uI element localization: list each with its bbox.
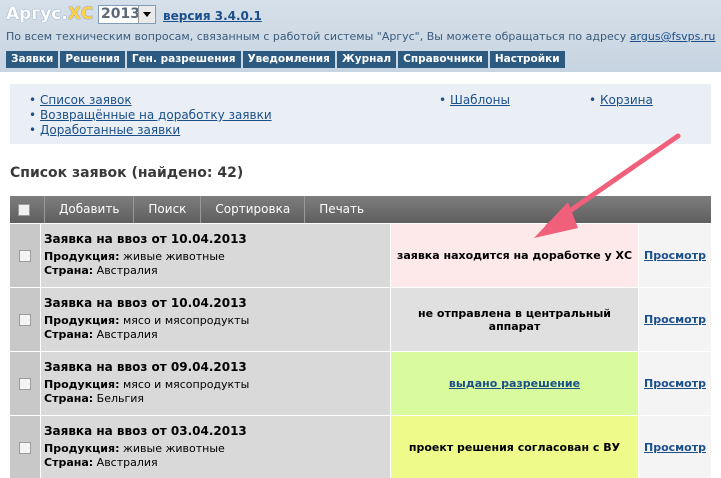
- product-value: мясо и мясопродукты: [122, 314, 250, 327]
- link-templates[interactable]: Шаблоны: [430, 93, 510, 108]
- table-row: Заявка на ввоз от 03.04.2013 Продукция: …: [10, 416, 711, 478]
- view-link[interactable]: Просмотр: [638, 288, 711, 351]
- product-label: Продукция:: [44, 442, 120, 455]
- row-checkbox-cell: [10, 352, 40, 415]
- tab-gen-razresheniya[interactable]: Ген. разрешения: [126, 51, 241, 68]
- notice-text: По всем техническим вопросам, связанным …: [6, 30, 630, 43]
- status-cell: проект решения согласован с ВУ: [390, 416, 638, 478]
- country-value: Австралия: [96, 328, 158, 341]
- link-request-list[interactable]: Список заявок: [20, 93, 272, 108]
- table-row: Заявка на ввоз от 10.04.2013 Продукция: …: [10, 224, 711, 287]
- links-column-2: Шаблоны: [430, 93, 510, 108]
- status-cell: заявка находится на доработке у ХС: [390, 224, 638, 287]
- row-info: Заявка на ввоз от 10.04.2013 Продукция: …: [40, 288, 390, 351]
- country-value: Бельгия: [96, 392, 145, 405]
- row-info: Заявка на ввоз от 09.04.2013 Продукция: …: [40, 352, 390, 415]
- country-label: Страна:: [44, 264, 94, 277]
- product-line: Продукция: живые животные: [44, 250, 390, 264]
- tab-resheniya[interactable]: Решения: [60, 51, 125, 68]
- sort-button[interactable]: Сортировка: [200, 196, 304, 223]
- product-value: живые животные: [122, 442, 225, 455]
- page-title: Список заявок (найдено: 42): [10, 165, 244, 181]
- row-checkbox-cell: [10, 288, 40, 351]
- product-line: Продукция: живые животные: [44, 442, 390, 456]
- row-checkbox[interactable]: [19, 249, 31, 262]
- main-nav: Заявки Решения Ген. разрешения Уведомлен…: [6, 51, 567, 68]
- tab-zayavki[interactable]: Заявки: [6, 51, 59, 68]
- dropdown-button[interactable]: [138, 6, 155, 23]
- view-link[interactable]: Просмотр: [638, 224, 711, 287]
- row-checkbox-cell: [10, 224, 40, 287]
- links-column-3: Корзина: [580, 93, 653, 108]
- row-info: Заявка на ввоз от 10.04.2013 Продукция: …: [40, 224, 390, 287]
- country-label: Страна:: [44, 392, 94, 405]
- product-line: Продукция: мясо и мясопродукты: [44, 378, 390, 392]
- app-name: Аргус.: [6, 4, 68, 24]
- country-value: Австралия: [96, 456, 158, 469]
- link-trash[interactable]: Корзина: [580, 93, 653, 108]
- request-title: Заявка на ввоз от 10.04.2013: [44, 232, 247, 246]
- table-row: Заявка на ввоз от 10.04.2013 Продукция: …: [10, 288, 711, 351]
- row-checkbox[interactable]: [19, 441, 31, 454]
- row-checkbox-cell: [10, 416, 40, 478]
- status-link[interactable]: выдано разрешение: [390, 352, 638, 415]
- view-link[interactable]: Просмотр: [638, 352, 711, 415]
- tab-nastroyki[interactable]: Настройки: [489, 51, 565, 68]
- country-line: Страна: Бельгия: [44, 392, 390, 406]
- links-panel: Список заявок Возвращённые на доработку …: [10, 84, 711, 144]
- tab-spravochniki[interactable]: Справочники: [398, 51, 488, 68]
- tab-zhurnal[interactable]: Журнал: [336, 51, 397, 68]
- app-logo: Аргус.ХС: [6, 4, 93, 24]
- country-line: Страна: Австралия: [44, 328, 390, 342]
- row-info: Заявка на ввоз от 03.04.2013 Продукция: …: [40, 416, 390, 478]
- view-link[interactable]: Просмотр: [638, 416, 711, 478]
- country-value: Австралия: [96, 264, 158, 277]
- list-toolbar: Добавить Поиск Сортировка Печать: [10, 196, 711, 223]
- version-link[interactable]: версия 3.4.0.1: [163, 9, 262, 23]
- status-cell: не отправлена в центральный аппарат: [390, 288, 638, 351]
- support-email-link[interactable]: argus@fsvps.ru: [630, 30, 716, 43]
- add-button[interactable]: Добавить: [44, 196, 133, 223]
- country-label: Страна:: [44, 328, 94, 341]
- select-all-checkbox[interactable]: [18, 203, 30, 216]
- country-line: Страна: Австралия: [44, 456, 390, 470]
- support-notice: По всем техническим вопросам, связанным …: [6, 30, 715, 43]
- product-value: мясо и мясопродукты: [122, 378, 250, 391]
- request-list: Заявка на ввоз от 10.04.2013 Продукция: …: [10, 224, 711, 478]
- year-select[interactable]: 2013: [98, 5, 156, 24]
- request-title: Заявка на ввоз от 09.04.2013: [44, 360, 247, 374]
- product-label: Продукция:: [44, 250, 120, 263]
- row-checkbox[interactable]: [19, 313, 31, 326]
- chevron-down-icon: [143, 12, 151, 17]
- product-label: Продукция:: [44, 314, 120, 327]
- year-value: 2013: [101, 6, 140, 22]
- country-line: Страна: Австралия: [44, 264, 390, 278]
- table-row: Заявка на ввоз от 09.04.2013 Продукция: …: [10, 352, 711, 415]
- product-value: живые животные: [122, 250, 225, 263]
- print-button[interactable]: Печать: [304, 196, 378, 223]
- request-title: Заявка на ввоз от 10.04.2013: [44, 296, 247, 310]
- header: Аргус.ХС 2013 версия 3.4.0.1 По всем тех…: [0, 0, 721, 72]
- search-button[interactable]: Поиск: [133, 196, 200, 223]
- links-column-1: Список заявок Возвращённые на доработку …: [20, 93, 272, 138]
- product-label: Продукция:: [44, 378, 120, 391]
- link-returned-requests[interactable]: Возвращённые на доработку заявки: [20, 108, 272, 123]
- link-revised-requests[interactable]: Доработанные заявки: [20, 123, 272, 138]
- row-checkbox[interactable]: [19, 377, 31, 390]
- product-line: Продукция: мясо и мясопродукты: [44, 314, 390, 328]
- app-suffix: ХС: [67, 4, 94, 24]
- country-label: Страна:: [44, 456, 94, 469]
- request-title: Заявка на ввоз от 03.04.2013: [44, 424, 247, 438]
- tab-uvedomleniya[interactable]: Уведомления: [242, 51, 335, 68]
